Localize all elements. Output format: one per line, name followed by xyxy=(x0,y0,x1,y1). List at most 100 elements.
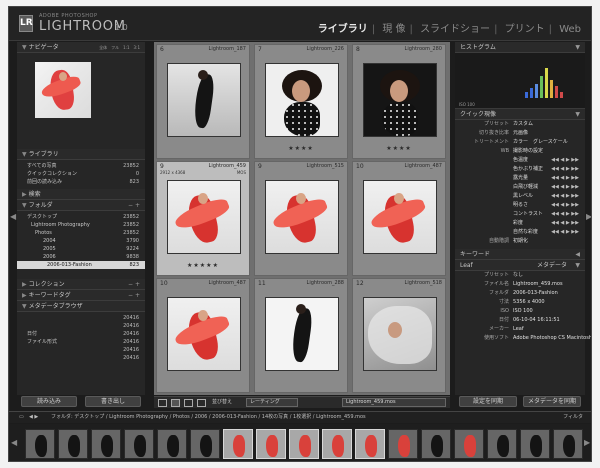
filmstrip-thumbnail[interactable] xyxy=(256,429,286,459)
add-keyword-icon[interactable]: − + xyxy=(128,290,140,301)
metadata-row[interactable]: ISO ISO 100 xyxy=(455,307,585,316)
quick-develop-row[interactable]: 色温度 ◀◀ ◀ ▶ ▶▶ xyxy=(455,156,585,165)
quick-develop-header[interactable]: クイック現像 ▼ xyxy=(455,109,585,120)
left-panel-collapse-icon[interactable]: ◀ xyxy=(10,212,16,221)
grid-cell[interactable]: 12 Lightroom_518 xyxy=(352,278,446,393)
metadata-row[interactable]: 寸法 5356 x 4000 xyxy=(455,298,585,307)
adjust-buttons[interactable]: ◀◀ ◀ ▶ ▶▶ xyxy=(551,228,579,237)
grid-view-icon[interactable] xyxy=(158,399,167,407)
quick-develop-row[interactable]: 自動階調 初期化 xyxy=(455,237,585,246)
right-panel-collapse-icon[interactable]: ▶ xyxy=(586,212,591,221)
quick-develop-row[interactable]: 自然な彩度 ◀◀ ◀ ▶ ▶▶ xyxy=(455,228,585,237)
grid-cell[interactable]: 8 Lightroom_280 ★★★★ xyxy=(352,44,446,159)
metadata-row[interactable]: フォルダ 2006-013-Fashion xyxy=(455,289,585,298)
quick-develop-row[interactable]: 黒レベル ◀◀ ◀ ▶ ▶▶ xyxy=(455,192,585,201)
quick-develop-row[interactable]: プリセット カスタム xyxy=(455,120,585,129)
quick-develop-row[interactable]: 切り抜き比率 元画像 xyxy=(455,129,585,138)
filmstrip-thumbnail[interactable] xyxy=(487,429,517,459)
grid-cell[interactable]: 7 Lightroom_226 ★★★★ xyxy=(254,44,348,159)
folder-item-lightroom-photography[interactable]: Lightroom Photography 23852 xyxy=(17,221,145,229)
grid-cell[interactable]: 6 Lightroom_187 xyxy=(156,44,250,159)
adjust-buttons[interactable]: ◀◀ ◀ ▶ ▶▶ xyxy=(551,174,579,183)
adjust-buttons[interactable]: ◀◀ ◀ ▶ ▶▶ xyxy=(551,183,579,192)
metadata-browser-item[interactable]: 20416 xyxy=(17,314,145,322)
add-collection-icon[interactable]: − + xyxy=(128,279,140,290)
quick-develop-row[interactable]: 色かぶり補正 ◀◀ ◀ ▶ ▶▶ xyxy=(455,165,585,174)
adjust-buttons[interactable]: ◀◀ ◀ ▶ ▶▶ xyxy=(551,192,579,201)
star-rating[interactable]: ★★★★ xyxy=(353,145,445,152)
filmstrip-thumbnail[interactable] xyxy=(124,429,154,459)
filmstrip-thumbnail[interactable] xyxy=(388,429,418,459)
filmstrip-thumbnail[interactable] xyxy=(520,429,550,459)
adjust-buttons[interactable]: ◀◀ ◀ ▶ ▶▶ xyxy=(551,210,579,219)
folder-item-2004[interactable]: 2004 3790 xyxy=(17,237,145,245)
sort-dropdown[interactable]: レーティング xyxy=(246,398,298,407)
adjust-buttons[interactable]: ◀◀ ◀ ▶ ▶▶ xyxy=(551,165,579,174)
module-web[interactable]: Web xyxy=(557,24,583,35)
folder-item-2006-013-fashion[interactable]: 2006-013-Fashion 823 xyxy=(17,261,145,269)
library-header[interactable]: ▼ ライブラリ xyxy=(17,149,145,160)
metadata-row[interactable]: 日付 06-10-04 16:11:51 xyxy=(455,316,585,325)
metadata-row[interactable]: メーカー Leaf xyxy=(455,325,585,334)
filename-dropdown[interactable]: Lightroom_459.mos xyxy=(342,398,446,407)
filter-label[interactable]: フィルタ xyxy=(563,412,583,423)
metadata-preset-row[interactable]: プリセット なし xyxy=(455,271,585,280)
filmstrip-thumbnail[interactable] xyxy=(157,429,187,459)
sync-settings-button[interactable]: 設定を同期 xyxy=(459,396,517,407)
metadata-row[interactable]: ファイル名 Lightroom_459.mos xyxy=(455,280,585,289)
filmstrip-thumbnail[interactable] xyxy=(421,429,451,459)
quick-develop-row[interactable]: 彩度 ◀◀ ◀ ▶ ▶▶ xyxy=(455,219,585,228)
filmstrip-thumbnail[interactable] xyxy=(322,429,352,459)
metadata-header[interactable]: Leaf メタデータ ▼ xyxy=(455,260,585,271)
quick-develop-row[interactable]: コントラスト ◀◀ ◀ ▶ ▶▶ xyxy=(455,210,585,219)
metadata-browser-item[interactable]: 20416 xyxy=(17,354,145,362)
filmstrip-thumbnail[interactable] xyxy=(190,429,220,459)
quick-develop-row[interactable]: 露光量 ◀◀ ◀ ▶ ▶▶ xyxy=(455,174,585,183)
filmstrip-thumbnail[interactable] xyxy=(454,429,484,459)
sync-metadata-button[interactable]: メタデータを同期 xyxy=(523,396,581,407)
grid-cell[interactable]: 10 Lightroom_487 xyxy=(156,278,250,393)
filmstrip-thumbnail[interactable] xyxy=(223,429,253,459)
quick-develop-row[interactable]: WB 撮影時の設定 xyxy=(455,147,585,156)
grid-cell[interactable]: 9 Lightroom_459 2912 x 4368 MOS ★★★★★ xyxy=(156,161,250,276)
metadata-browser-item[interactable]: 20416 xyxy=(17,322,145,330)
import-button[interactable]: 読み込み xyxy=(21,396,77,407)
metadata-browser-item[interactable]: 20416 xyxy=(17,346,145,354)
grid-cell[interactable]: 9 Lightroom_515 xyxy=(254,161,348,276)
quick-develop-row[interactable]: 白飛び軽減 ◀◀ ◀ ▶ ▶▶ xyxy=(455,183,585,192)
filmstrip-thumbnail[interactable] xyxy=(553,429,583,459)
folder-item-2005[interactable]: 2005 9224 xyxy=(17,245,145,253)
adjust-buttons[interactable]: ◀◀ ◀ ▶ ▶▶ xyxy=(551,219,579,228)
filmstrip-thumbnail[interactable] xyxy=(355,429,385,459)
loupe-view-icon[interactable] xyxy=(171,399,180,407)
filmstrip-thumbnail[interactable] xyxy=(91,429,121,459)
navigator-header[interactable]: ▼ ナビゲータ 全体 フル 1:1 3:1 xyxy=(17,42,145,53)
folder-item-desktop[interactable]: デスクトップ 23852 xyxy=(17,213,145,221)
metadata-browser-item-file-type[interactable]: ファイル形式 20416 xyxy=(17,338,145,346)
library-item-all-photos[interactable]: すべての写真 23852 xyxy=(17,162,145,170)
navigator-zoom-modes[interactable]: 全体 フル 1:1 3:1 xyxy=(99,42,140,53)
filmstrip-thumbnail[interactable] xyxy=(58,429,88,459)
grid-cell[interactable]: 11 Lightroom_288 xyxy=(254,278,348,393)
find-header[interactable]: ▶ 検索 xyxy=(17,189,145,200)
module-slideshow[interactable]: スライドショー xyxy=(418,24,492,35)
metadata-row[interactable]: 使用ソフト Adobe Photoshop CS Macintosh xyxy=(455,334,591,343)
breadcrumb[interactable]: フォルダ: デスクトップ / Lightroom Photography / P… xyxy=(51,412,366,423)
grid-cell[interactable]: 10 Lightroom_487 xyxy=(352,161,446,276)
folders-header[interactable]: ▼ フォルダ − + xyxy=(17,200,145,211)
painter-icon[interactable] xyxy=(197,399,206,407)
second-window-icon[interactable]: ▭ xyxy=(19,412,24,423)
star-rating[interactable]: ★★★★★ xyxy=(157,262,249,269)
adjust-buttons[interactable]: ◀◀ ◀ ▶ ▶▶ xyxy=(551,156,579,165)
filmstrip-thumbnail[interactable] xyxy=(289,429,319,459)
library-item-previous-import[interactable]: 前回の読み込み 823 xyxy=(17,178,145,186)
adjust-buttons[interactable]: ◀◀ ◀ ▶ ▶▶ xyxy=(551,201,579,210)
add-folder-icon[interactable]: − + xyxy=(128,200,140,211)
collections-header[interactable]: ▶ コレクション − + xyxy=(17,279,145,290)
filmstrip-thumbnail[interactable] xyxy=(25,429,55,459)
quick-develop-row[interactable]: 明るさ ◀◀ ◀ ▶ ▶▶ xyxy=(455,201,585,210)
keywords-header[interactable]: キーワード ◀ xyxy=(455,249,585,260)
folder-item-2006[interactable]: 2006 9838 xyxy=(17,253,145,261)
back-forward-icon[interactable]: ◀ ▶ xyxy=(29,412,38,423)
export-button[interactable]: 書き出し xyxy=(85,396,141,407)
